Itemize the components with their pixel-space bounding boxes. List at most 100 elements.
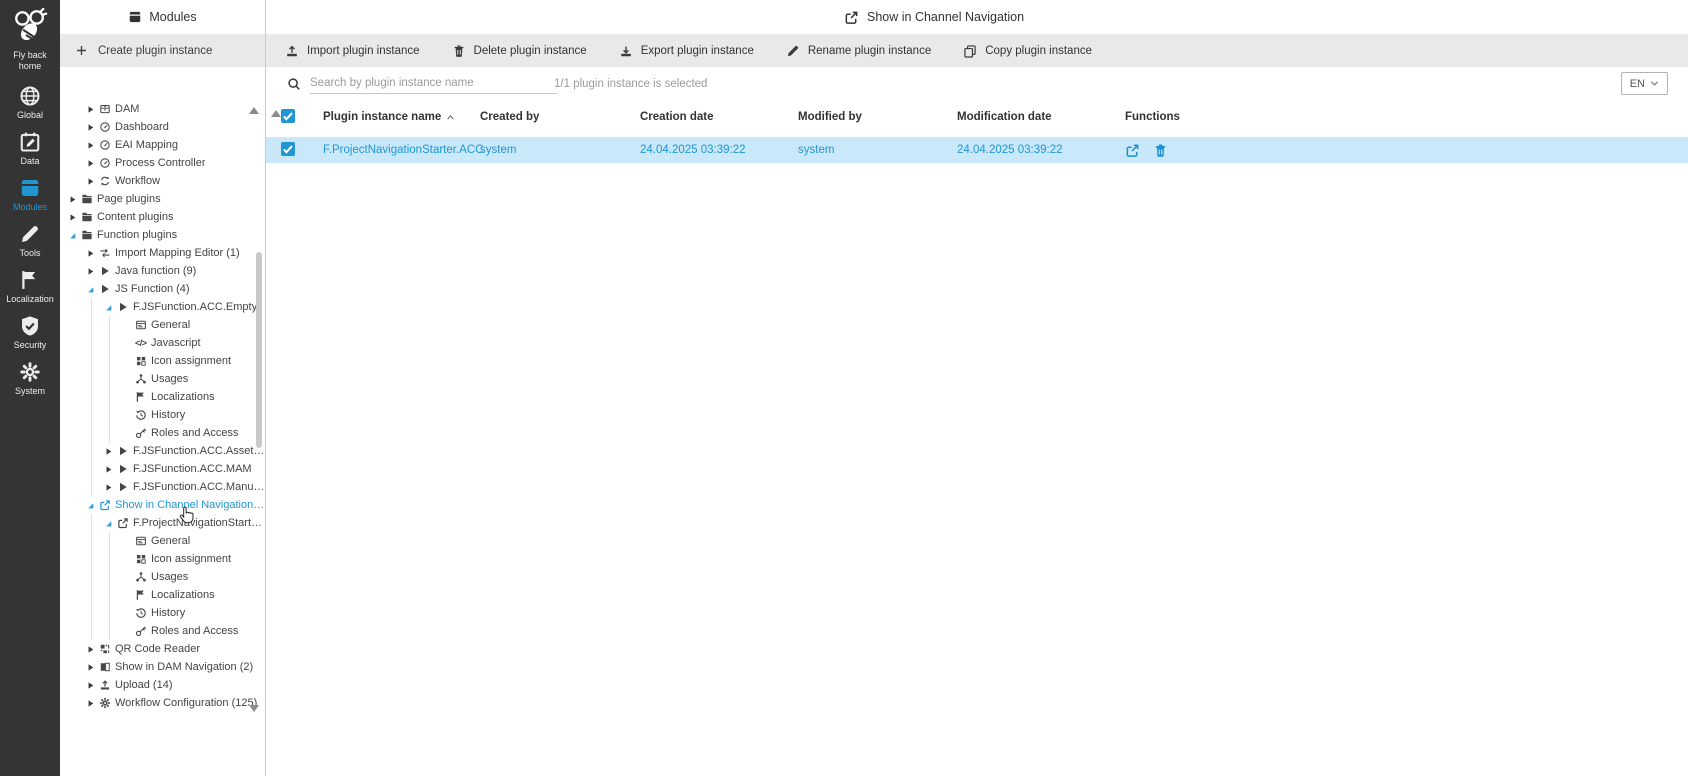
tree-item-f-jsfunction-acc-empty[interactable]: F.JSFunction.ACC.Empty [60, 298, 265, 316]
language-selector[interactable]: EN [1620, 72, 1668, 95]
tree-item-history[interactable]: History [60, 406, 265, 424]
table-scroll-up-arrow-icon[interactable] [271, 110, 281, 117]
tree-item-f-jsfunction-acc-mam[interactable]: F.JSFunction.ACC.MAM [60, 460, 265, 478]
cell-plugin-instance-name: F.ProjectNavigationStarter.ACC [323, 144, 484, 156]
expand-arrow-icon[interactable] [104, 465, 113, 474]
sidebar-item-data[interactable]: Data [6, 131, 54, 166]
tree-item-qr-code-reader[interactable]: QR Code Reader [60, 640, 265, 658]
column-header-modified-by[interactable]: Modified by [798, 111, 957, 123]
play-icon [99, 265, 111, 277]
tree-item-general[interactable]: General [60, 316, 265, 334]
tree-item-eai-mapping[interactable]: EAI Mapping [60, 136, 265, 154]
tree-item-history[interactable]: History [60, 604, 265, 622]
expand-arrow-icon[interactable] [86, 681, 95, 690]
tree-item-page-plugins[interactable]: Page plugins [60, 190, 265, 208]
collapse-arrow-icon[interactable] [104, 303, 113, 312]
expand-arrow-icon[interactable] [86, 105, 95, 114]
tree-item-function-plugins[interactable]: Function plugins [60, 226, 265, 244]
expand-arrow-icon[interactable] [86, 267, 95, 276]
sidebar-item-global[interactable]: Global [6, 85, 54, 120]
column-header-creation-date[interactable]: Creation date [640, 111, 798, 123]
trash-icon[interactable] [1153, 143, 1168, 158]
tree-item-localizations[interactable]: Localizations [60, 586, 265, 604]
tree-item-f-jsfunction-acc-manua[interactable]: F.JSFunction.ACC.Manua... [60, 478, 265, 496]
tree-item-f-projectnavigationstarte[interactable]: F.ProjectNavigationStarte... [60, 514, 265, 532]
tree-guide-line [91, 370, 92, 388]
fly-back-home-button[interactable]: Fly back home [7, 7, 53, 72]
tree-item-show-in-dam-navigation-2[interactable]: Show in DAM Navigation (2) [60, 658, 265, 676]
tree-item-roles-and-access[interactable]: Roles and Access [60, 424, 265, 442]
expand-arrow-icon[interactable] [68, 213, 77, 222]
expand-arrow-icon[interactable] [104, 483, 113, 492]
panel-header: Modules [60, 0, 265, 34]
tree-item-icon-assignment[interactable]: Icon assignment [60, 550, 265, 568]
column-header-created-by[interactable]: Created by [480, 111, 640, 123]
delete-plugin-instance-button[interactable]: Delete plugin instance [452, 44, 587, 58]
tree-item-general[interactable]: General [60, 532, 265, 550]
column-header-label: Modification date [957, 111, 1052, 123]
tree-guide-line [109, 352, 110, 370]
column-header-plugin-instance-name[interactable]: Plugin instance name [323, 111, 480, 123]
rename-plugin-instance-button[interactable]: Rename plugin instance [786, 44, 931, 58]
tree-item-usages[interactable]: Usages [60, 568, 265, 586]
import-plugin-instance-button[interactable]: Import plugin instance [285, 44, 420, 58]
tree-scroll-down-arrow-icon[interactable] [249, 705, 259, 712]
sidebar-item-system[interactable]: System [6, 361, 54, 396]
tree-item-java-function-9[interactable]: Java function (9) [60, 262, 265, 280]
tree-item-process-controller[interactable]: Process Controller [60, 154, 265, 172]
sidebar-item-modules[interactable]: Modules [6, 177, 54, 212]
tree-scrollbar-thumb[interactable] [256, 252, 262, 448]
tree-item-upload-14[interactable]: Upload (14) [60, 676, 265, 694]
expand-arrow-icon[interactable] [68, 195, 77, 204]
tree-item-roles-and-access[interactable]: Roles and Access [60, 622, 265, 640]
expand-arrow-icon[interactable] [86, 159, 95, 168]
tree-item-content-plugins[interactable]: Content plugins [60, 208, 265, 226]
column-header-modification-date[interactable]: Modification date [957, 111, 1125, 123]
tree-item-import-mapping-editor-1[interactable]: Import Mapping Editor (1) [60, 244, 265, 262]
collapse-arrow-icon[interactable] [68, 231, 77, 240]
code-icon: </> [135, 337, 147, 349]
modules-icon [19, 177, 41, 199]
collapse-arrow-icon[interactable] [104, 519, 113, 528]
modules-tree-panel: Modules Create plugin instance DAM Dashbo… [60, 0, 266, 776]
expand-arrow-icon[interactable] [86, 699, 95, 708]
tree-item-f-jsfunction-acc-assetl[interactable]: F.JSFunction.ACC.AssetL... [60, 442, 265, 460]
select-all-checkbox[interactable] [281, 108, 295, 123]
sidebar-item-security[interactable]: Security [6, 315, 54, 350]
content-toolbar: Import plugin instance Delete plugin inst… [266, 34, 1688, 67]
expand-arrow-icon[interactable] [86, 645, 95, 654]
tree-scroll-up-arrow-icon[interactable] [249, 107, 259, 114]
sidebar-item-label: System [14, 386, 45, 396]
toolbar-button-label: Import plugin instance [307, 44, 420, 57]
collapse-arrow-icon[interactable] [86, 285, 95, 294]
tree-item-js-function-4[interactable]: JS Function (4) [60, 280, 265, 298]
tree-item-localizations[interactable]: Localizations [60, 388, 265, 406]
tree-item-dam[interactable]: DAM [60, 100, 265, 118]
export-plugin-instance-button[interactable]: Export plugin instance [619, 44, 754, 58]
row-checkbox[interactable] [281, 141, 295, 156]
sidebar-item-tools[interactable]: Tools [6, 223, 54, 258]
tree-item-label: Icon assignment [151, 553, 232, 565]
collapse-arrow-icon[interactable] [86, 501, 95, 510]
create-plugin-instance-button[interactable]: Create plugin instance [60, 34, 265, 67]
tree-item-usages[interactable]: Usages [60, 370, 265, 388]
expand-arrow-icon[interactable] [86, 141, 95, 150]
table-row[interactable]: F.ProjectNavigationStarter.ACC system 24.0… [266, 137, 1688, 163]
tree-item-dashboard[interactable]: Dashboard [60, 118, 265, 136]
search-input[interactable] [310, 73, 557, 94]
sidebar-item-localization[interactable]: Localization [6, 269, 54, 304]
tree-item-workflow-configuration-125[interactable]: Workflow Configuration (125) [60, 694, 265, 712]
expand-arrow-icon[interactable] [104, 447, 113, 456]
tree-item-icon-assignment[interactable]: Icon assignment [60, 352, 265, 370]
tree-item-show-in-channel-navigation-1[interactable]: Show in Channel Navigation (1 [60, 496, 265, 514]
expand-arrow-icon[interactable] [86, 177, 95, 186]
copy-plugin-instance-button[interactable]: Copy plugin instance [963, 44, 1092, 58]
share-icon[interactable] [1125, 143, 1140, 158]
expand-arrow-icon[interactable] [86, 663, 95, 672]
tree-item-workflow[interactable]: Workflow [60, 172, 265, 190]
expand-arrow-icon[interactable] [86, 249, 95, 258]
tree-item-javascript[interactable]: </> Javascript [60, 334, 265, 352]
column-header-functions[interactable]: Functions [1125, 111, 1688, 123]
expand-arrow-icon[interactable] [86, 123, 95, 132]
